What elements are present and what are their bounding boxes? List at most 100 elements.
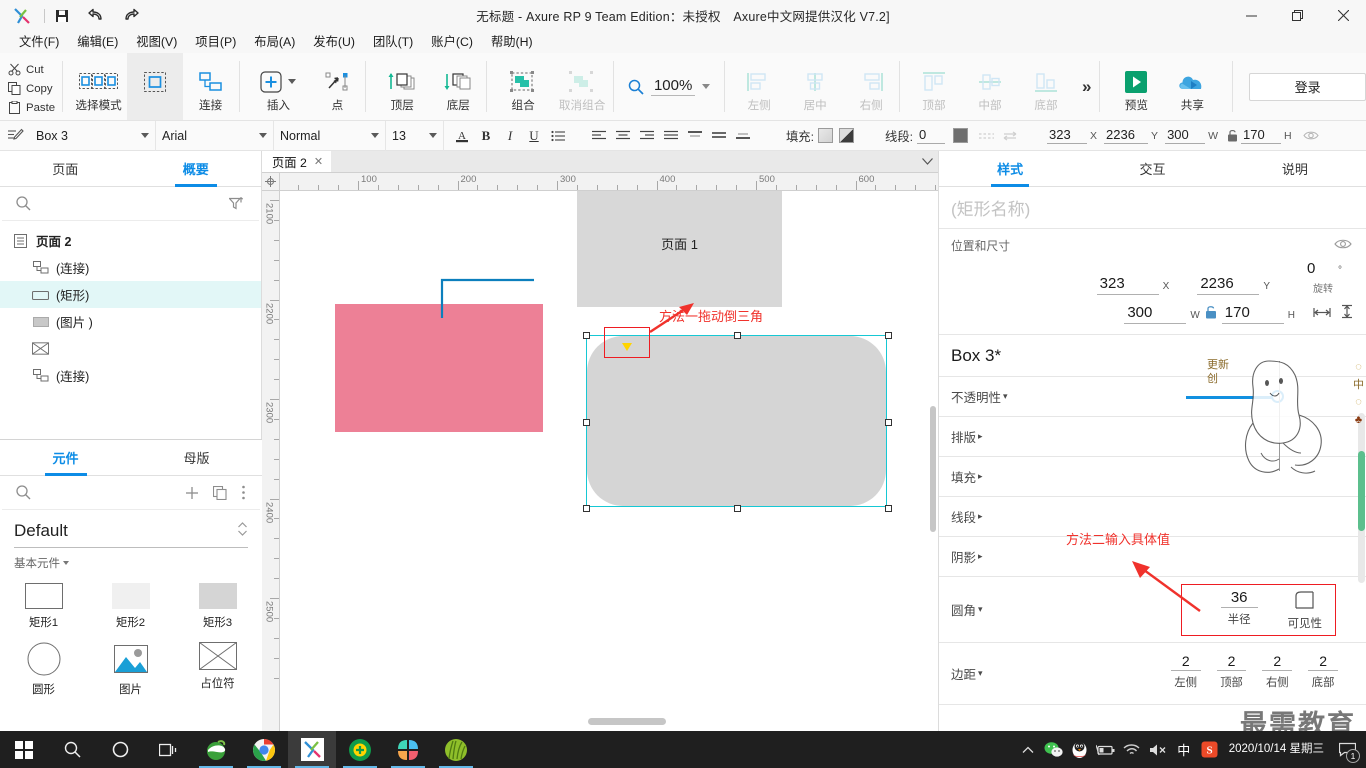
visibility-eye-icon[interactable] [1299,123,1323,149]
bring-front-button[interactable]: 顶层 [374,53,430,120]
tab-outline[interactable]: 概要 [131,151,262,186]
height-input[interactable]: 170 [1240,127,1281,144]
x-position-input[interactable]: 323 [1047,127,1088,144]
menu-project[interactable]: 项目(P) [186,33,245,51]
canvas-tab-page2[interactable]: 页面 2 ✕ [262,151,332,172]
outline-node-rectangle[interactable]: (矩形) [0,281,261,308]
align-text-justify-button[interactable] [659,123,683,149]
cortana-button[interactable] [96,731,144,768]
ruler-origin[interactable] [262,173,280,191]
menu-account[interactable]: 账户(C) [422,33,482,51]
padding-label[interactable]: 边距 ▾ [951,664,983,683]
chevron-down-icon[interactable] [916,151,938,172]
tray-volume-icon[interactable] [1145,731,1171,768]
tab-pages[interactable]: 页面 [0,151,131,186]
align-text-center-button[interactable] [611,123,635,149]
valign-top-button[interactable] [683,123,707,149]
line-style-button[interactable] [974,123,998,149]
outline-node-image[interactable]: (图片 ) [0,308,261,335]
tab-style[interactable]: 样式 [939,151,1081,186]
font-family-dropdown[interactable]: Arial [156,120,274,151]
connect-button[interactable]: 连接 [183,53,239,120]
resize-handle-br[interactable] [885,505,892,512]
point-button[interactable]: 点 [309,53,365,120]
copy-library-icon[interactable] [213,485,227,500]
line-width-input[interactable]: 0 [917,127,946,144]
zoom-caret-icon[interactable] [702,84,711,89]
valign-bottom-button[interactable] [731,123,755,149]
outline-node-page2[interactable]: 页面 2 [0,227,261,254]
basic-widgets-section-header[interactable]: 基本元件 [0,548,262,575]
align-middle-button[interactable]: 中部 [962,53,1018,120]
tab-interactions[interactable]: 交互 [1081,151,1223,186]
tray-wifi-icon[interactable] [1119,731,1145,768]
copy-button[interactable]: Copy [6,79,62,98]
select-mode-button[interactable]: 选择模式 [71,53,127,120]
arrow-style-button[interactable] [998,123,1022,149]
opacity-slider-knob[interactable] [1271,390,1284,403]
taskbar-clock[interactable]: 2020/10/14 星期三 [1223,742,1332,758]
taskbar-360[interactable] [336,731,384,768]
style-dropdown[interactable]: Box 3 [30,120,156,151]
valign-middle-button[interactable] [707,123,731,149]
resize-handle-ml[interactable] [583,419,590,426]
canvas-vscroll-thumb[interactable] [930,406,936,532]
insert-button[interactable]: 插入 [247,53,309,120]
opacity-label[interactable]: 不透明性 ▾ [951,387,1008,406]
tab-notes[interactable]: 说明 [1224,151,1366,186]
tray-ime-icon[interactable]: 中 [1171,731,1197,768]
menu-team[interactable]: 团队(T) [364,33,422,51]
search-icon[interactable] [16,485,31,500]
toolbar-overflow-button[interactable]: » [1074,53,1099,120]
fit-height-icon[interactable] [1340,304,1354,322]
fit-width-icon[interactable] [1313,306,1331,322]
tray-qq-icon[interactable] [1067,731,1093,768]
task-view-button[interactable] [144,731,192,768]
lock-aspect-icon[interactable] [1205,305,1217,322]
right-panel-scrollbar-thumb[interactable] [1358,451,1365,531]
widget-ellipse[interactable]: 圆形 [0,636,87,703]
menu-edit[interactable]: 编辑(E) [68,33,127,51]
row-typography[interactable]: 排版 ▸ [939,417,1366,457]
align-text-left-button[interactable] [587,123,611,149]
redo-button[interactable] [113,0,147,31]
padding-top-input[interactable]: 2 [1216,653,1247,671]
widget-placeholder[interactable]: 占位符 [174,636,261,703]
outline-node-connector-1[interactable]: (连接) [0,254,261,281]
close-icon[interactable]: ✕ [314,155,323,168]
radius-visibility-group[interactable]: 可见性 [1288,589,1322,631]
opacity-slider-track[interactable] [1186,396,1278,399]
zoom-value[interactable]: 100% [650,77,696,96]
resize-handle-mr[interactable] [885,419,892,426]
align-top-button[interactable]: 顶部 [906,53,962,120]
group-button[interactable]: 组合 [495,53,551,120]
share-button[interactable]: 共享 [1164,53,1220,120]
canvas-vertical-scrollbar[interactable] [928,191,938,714]
rotation-input[interactable]: 0 [1304,260,1334,279]
align-text-right-button[interactable] [635,123,659,149]
radius-label[interactable]: 圆角 ▾ [951,600,983,619]
align-left-button[interactable]: 左侧 [731,53,787,120]
widget-rectangle-1[interactable]: 矩形1 [0,577,87,636]
resize-handle-tr[interactable] [885,332,892,339]
outline-node-placeholder[interactable] [0,335,261,362]
padding-right-input[interactable]: 2 [1262,653,1293,671]
design-canvas[interactable]: 页面 1 方法一拖动倒三角 [280,191,938,731]
list-button[interactable] [546,123,570,149]
cut-button[interactable]: Cut [6,60,62,79]
widget-rectangle-3[interactable]: 矩形3 [174,577,261,636]
lock-aspect-icon[interactable] [1225,123,1241,149]
add-library-icon[interactable] [185,486,199,500]
filter-icon[interactable] [229,196,245,211]
ungroup-button[interactable]: 取消组合 [551,53,613,120]
style-name-row[interactable]: Box 3* [939,335,1366,377]
resize-handle-bc[interactable] [734,505,741,512]
send-back-button[interactable]: 底层 [430,53,486,120]
bold-button[interactable]: B [474,123,498,149]
taskbar-axure[interactable] [288,731,336,768]
fill-gradient-swatch[interactable] [839,128,855,143]
font-size-dropdown[interactable]: 13 [386,120,444,151]
italic-button[interactable]: I [498,123,522,149]
fill-color-swatch[interactable] [818,128,834,143]
outline-node-connector-2[interactable]: (连接) [0,362,261,389]
